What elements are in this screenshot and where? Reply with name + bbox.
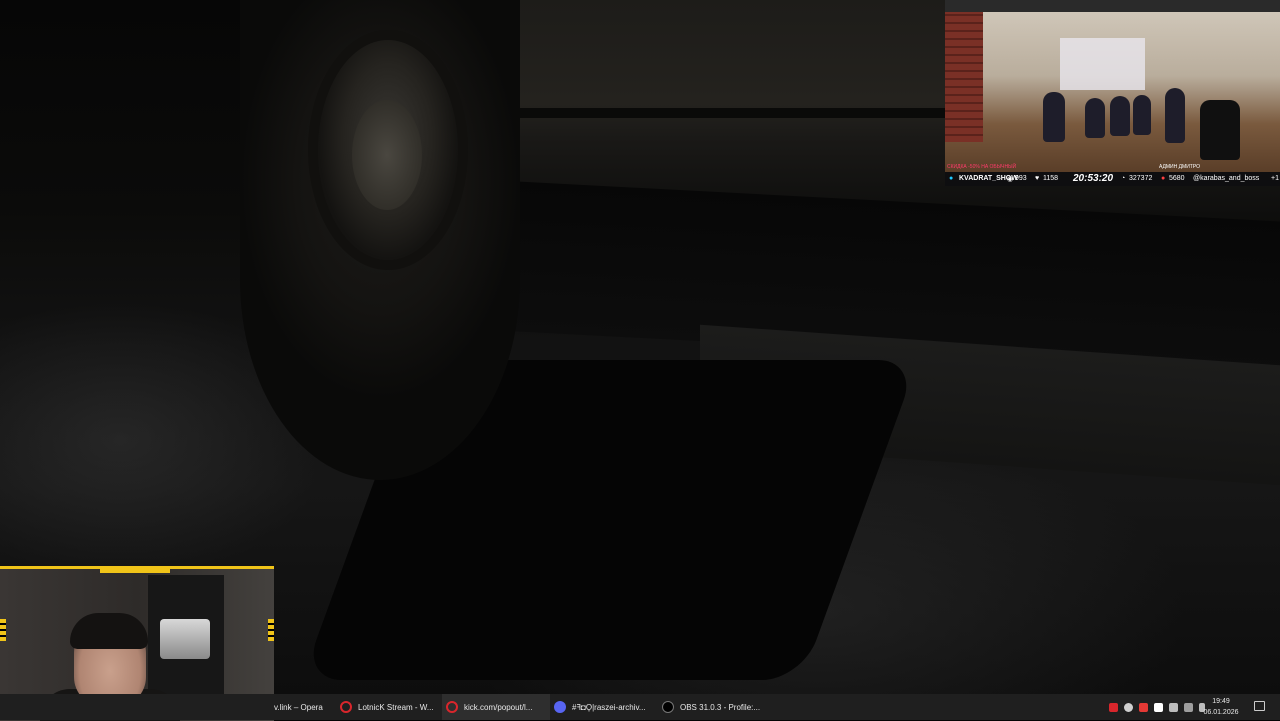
taskbar-item-label: OBS 31.0.3 - Profile:... [680,702,761,712]
hub-center [352,100,422,210]
taskbar-item-label: LotnicK Stream - W... [358,702,434,712]
taskbar-item-kick-popout[interactable]: kick.com/popout/l... [442,694,550,720]
webcam-frame-accent [100,569,170,573]
notification-icon[interactable] [1254,701,1265,711]
taskbar: v.link – Opera LotnicK Stream - W... kic… [0,694,1280,720]
person [1043,92,1065,142]
brick-wall [945,12,983,142]
follower-count: 327372 [1129,175,1153,182]
system-tray [1106,694,1208,720]
streamer-headphones [70,613,148,649]
person [1165,88,1185,143]
discord-icon [554,701,566,713]
taskbar-item-label: v.link – Opera [274,702,323,712]
subs-icon: ● [1161,175,1166,182]
stream-overlay: СКИДКА -50% НА ОБЫЧНЫЙ АДМИН ДМИТРО ● KV… [945,0,1280,186]
plus-count: +1 [1271,175,1279,182]
person [1200,100,1240,160]
stream-overlay-header [945,0,1280,12]
projector-screen [1060,38,1145,90]
kick-icon: ● [949,175,954,182]
poster-truck-image [160,619,210,659]
opera-icon [446,701,458,713]
viewer-count: 993 [1015,175,1027,182]
person [1110,96,1130,136]
taskbar-item-obs[interactable]: OBS 31.0.3 - Profile:... [658,694,766,720]
stream-time: 20:53:20 [1073,173,1114,184]
taskbar-item-opera-link[interactable]: v.link – Opera [274,694,336,720]
taskbar-item-label: kick.com/popout/l... [464,702,533,712]
opera-icon [340,701,352,713]
frame-corner-right [268,619,274,641]
person [1133,95,1151,135]
like-count: 1158 [1043,175,1059,182]
heart-icon: ♥ [1035,175,1040,182]
viewers-icon: ◉ [1007,176,1014,183]
stream-caption: СКИДКА -50% НА ОБЫЧНЫЙ АДМИН ДМИТРО [945,164,1280,172]
sub-count: 5680 [1169,175,1185,182]
speaker-icon[interactable] [1169,702,1178,712]
credit-handle: @karabas_and_boss [1193,175,1260,182]
network-icon[interactable] [1184,702,1193,712]
tray-app-icon[interactable] [1109,702,1118,712]
caption-left: СКИДКА -50% НА ОБЫЧНЫЙ [947,164,1017,170]
tray-app-icon[interactable] [1124,702,1133,712]
tray-app-icon[interactable] [1154,702,1163,712]
taskbar-item-lotnick-stream[interactable]: LotnicK Stream - W... [336,694,444,720]
followers-icon: ◔ [1121,175,1126,182]
taskbar-clock[interactable]: 19:49 06.01.2026 [1196,696,1246,718]
taskbar-item-discord[interactable]: #ꟻ◘Ϙ|raszei-archiv... [550,694,658,720]
obs-icon [662,701,674,713]
clock-time: 19:49 [1212,698,1230,705]
person [1085,98,1105,138]
clock-date: 06.01.2026 [1203,709,1239,716]
stream-stats-bar: ● KVADRAT_SHOW ◉ 993 ♥ 1158 20:53:20 ◔ 3… [945,172,1280,186]
frame-corner-left [0,619,6,641]
tray-app-icon[interactable] [1139,702,1148,712]
caption-right: АДМИН ДМИТРО [1159,164,1200,170]
taskbar-item-label: #ꟻ◘Ϙ|raszei-archiv... [572,702,646,712]
